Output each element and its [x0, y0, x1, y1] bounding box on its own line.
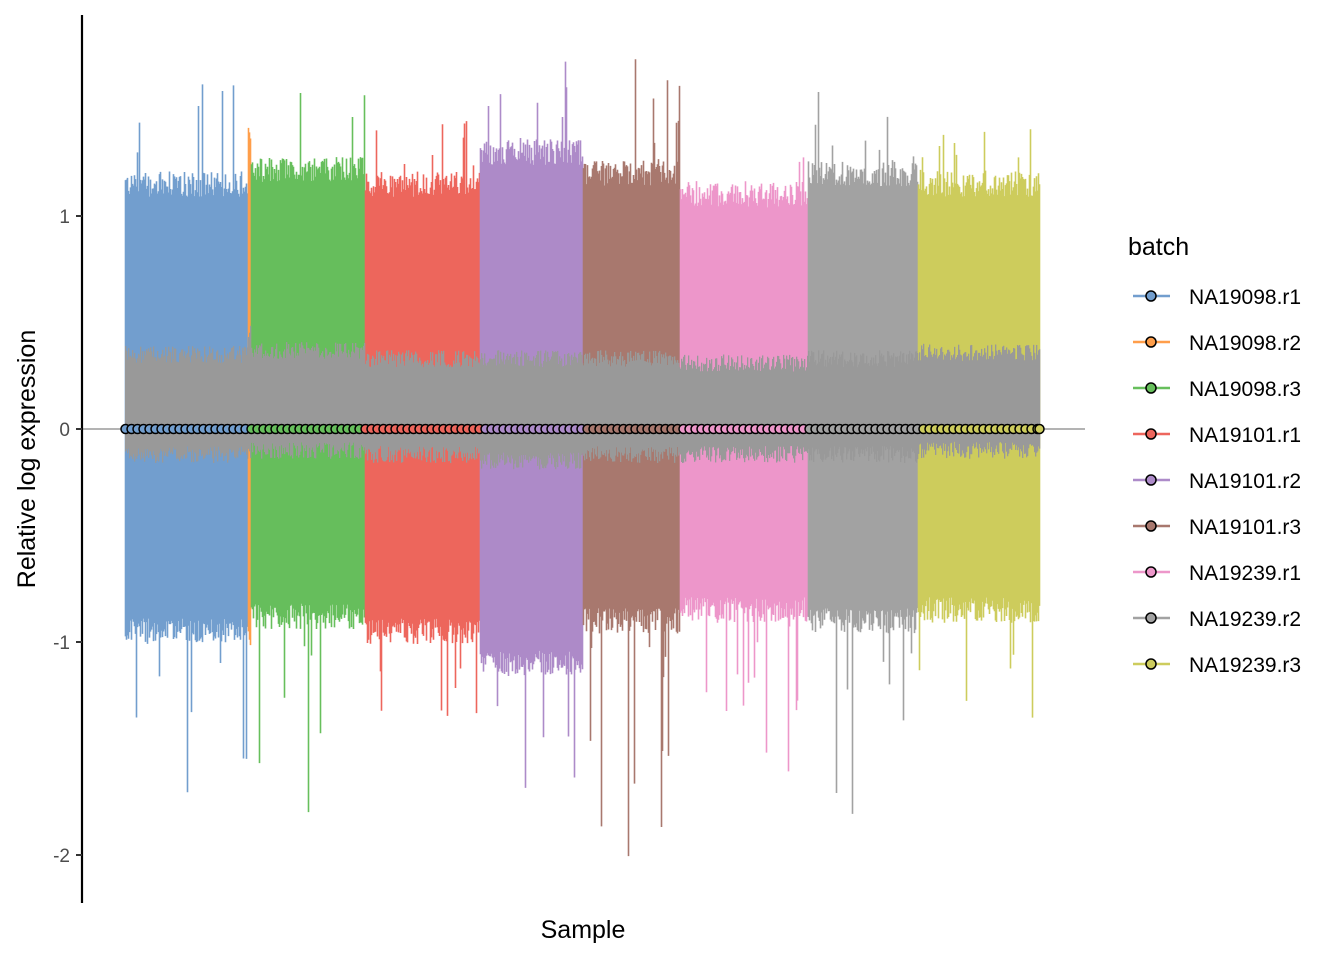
- legend-key-point: [1145, 566, 1157, 578]
- legend-label: NA19101.r3: [1189, 516, 1301, 539]
- legend-item: NA19239.r2: [1133, 608, 1301, 631]
- legend-item: NA19101.r3: [1133, 516, 1301, 539]
- legend-label: NA19098.r3: [1189, 378, 1301, 401]
- legend-key-point: [1145, 428, 1157, 440]
- legend-title: batch: [1128, 233, 1189, 261]
- y-axis-label: Relative log expression: [13, 330, 41, 588]
- y-tick-label: 1: [59, 207, 70, 228]
- legend-key-point: [1145, 336, 1157, 348]
- legend-item: NA19098.r1: [1133, 286, 1301, 309]
- legend-label: NA19239.r1: [1189, 562, 1301, 585]
- y-tick-label: -1: [53, 633, 70, 654]
- legend-key-point: [1145, 658, 1157, 670]
- x-axis-label: Sample: [541, 916, 626, 944]
- legend: batch NA19098.r1 NA19098.r2 NA19098.r3 NA19…: [1128, 233, 1301, 677]
- legend-label: NA19101.r2: [1189, 470, 1301, 493]
- legend-item: NA19239.r1: [1133, 562, 1301, 585]
- legend-label: NA19239.r3: [1189, 654, 1301, 677]
- median-point: [1034, 423, 1045, 435]
- legend-key-point: [1145, 474, 1157, 486]
- plot-panel: [82, 59, 1085, 857]
- legend-item: NA19098.r2: [1133, 332, 1301, 355]
- legend-label: NA19239.r2: [1189, 608, 1301, 631]
- legend-item: NA19101.r1: [1133, 424, 1301, 447]
- y-tick-label: -2: [53, 846, 70, 867]
- legend-item: NA19239.r3: [1133, 654, 1301, 677]
- legend-key-point: [1145, 290, 1157, 302]
- legend-item: NA19098.r3: [1133, 378, 1301, 401]
- y-tick-label: 0: [59, 420, 70, 441]
- legend-item: NA19101.r2: [1133, 470, 1301, 493]
- rle-chart: 1 0 -1 -2 Sample Relative log expression ba…: [13, 15, 1301, 944]
- y-axis-ticks: 1 0 -1 -2: [53, 207, 82, 867]
- legend-label: NA19098.r2: [1189, 332, 1301, 355]
- legend-label: NA19101.r1: [1189, 424, 1301, 447]
- legend-label: NA19098.r1: [1189, 286, 1301, 309]
- legend-key-point: [1145, 612, 1157, 624]
- legend-key-point: [1145, 382, 1157, 394]
- legend-key-point: [1145, 520, 1157, 532]
